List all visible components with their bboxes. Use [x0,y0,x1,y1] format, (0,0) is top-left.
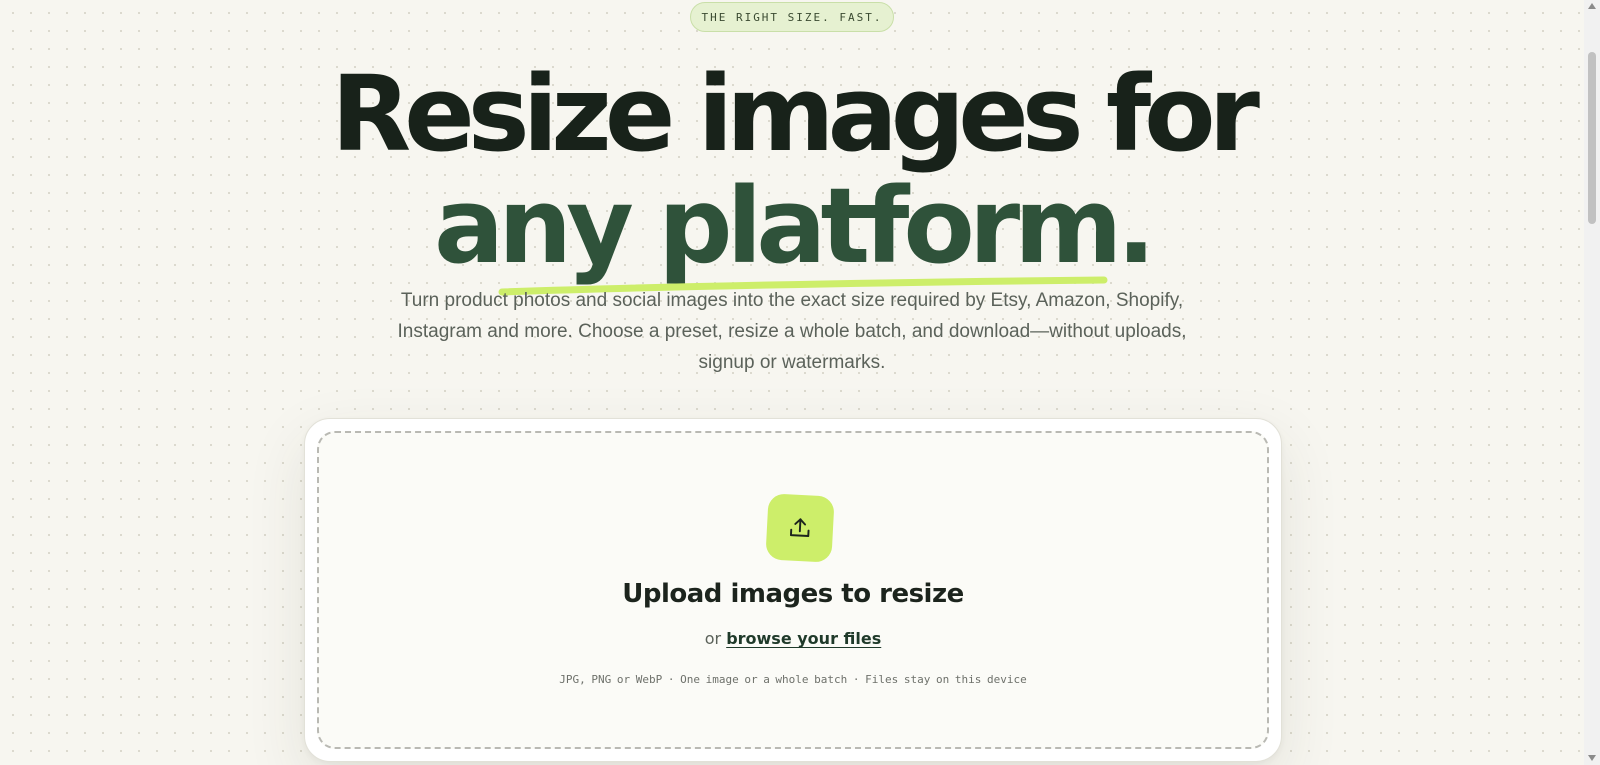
browse-line: or browse your files [319,629,1267,648]
hero-title-line2: any platform. [433,165,1156,287]
hero-title-line1: Resize images for [331,53,1260,175]
upload-title: Upload images to resize [622,579,964,609]
upload-hint: JPG, PNG or WebP · One image or a whole … [559,673,1027,686]
scroll-up-arrow-icon[interactable] [1588,3,1596,9]
vertical-scrollbar[interactable] [1584,0,1600,765]
scroll-thumb[interactable] [1588,52,1596,224]
hero-subtitle: Turn product photos and social images in… [397,290,1187,373]
upload-icon[interactable] [765,493,835,563]
or-text: or [704,629,727,648]
upload-card: Upload images to resize or browse your f… [304,418,1282,762]
scroll-down-arrow-icon[interactable] [1588,755,1596,761]
browse-files-link[interactable]: browse your files [726,629,881,648]
upload-dropzone[interactable]: Upload images to resize or browse your f… [317,431,1269,749]
tagline-badge: THE RIGHT SIZE. FAST. [690,2,894,32]
landing-page: THE RIGHT SIZE. FAST. Resize images for … [0,0,1584,765]
